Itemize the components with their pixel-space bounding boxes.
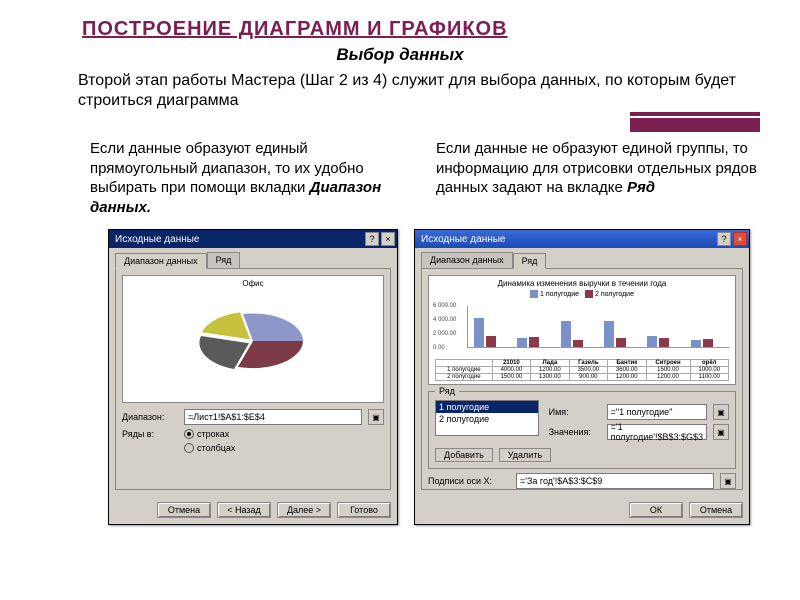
range-input[interactable]: =Лист1!$A$1:$E$4 (184, 409, 362, 425)
range-picker-icon[interactable]: ▣ (368, 409, 384, 425)
cancel-button[interactable]: Отмена (157, 502, 211, 518)
ytick: 0.00 (433, 345, 445, 351)
finish-button[interactable]: Готово (337, 502, 391, 518)
ytick: 4 000.00 (433, 317, 456, 323)
bar-chart-title: Динамика изменения выручки в течении год… (429, 276, 735, 288)
rows-label: Ряды в: (122, 429, 178, 439)
tab-range[interactable]: Диапазон данных (115, 253, 207, 269)
add-button[interactable]: Добавить (435, 448, 493, 462)
values-picker-icon[interactable]: ▣ (713, 424, 729, 440)
values-label: Значения: (549, 427, 601, 437)
name-picker-icon[interactable]: ▣ (713, 404, 729, 420)
name-label: Имя: (549, 407, 601, 417)
left-paragraph: Если данные образуют единый прямоугольны… (90, 139, 418, 217)
tab-range[interactable]: Диапазон данных (421, 252, 513, 268)
next-button[interactable]: Далее > (277, 502, 331, 518)
help-icon[interactable]: ? (717, 232, 731, 246)
ytick: 2 000.00 (433, 331, 456, 337)
series-listbox[interactable]: 1 полугодие 2 полугодие (435, 400, 539, 436)
xaxis-input[interactable]: ='За год'!$A$3:$C$9 (516, 473, 714, 489)
close-icon[interactable]: × (733, 232, 747, 246)
legend-1: 1 полугодие (540, 291, 579, 298)
range-label: Диапазон: (122, 412, 178, 422)
bar-legend: 1 полугодие 2 полугодие (429, 290, 735, 298)
cancel-button[interactable]: Отмена (689, 502, 743, 518)
help-icon[interactable]: ? (365, 232, 379, 246)
ytick: 6 000.00 (433, 303, 456, 309)
radio-cols-label: столбцах (197, 443, 235, 453)
xaxis-picker-icon[interactable]: ▣ (720, 473, 736, 489)
list-item[interactable]: 2 полугодие (436, 413, 538, 425)
tab-series[interactable]: Ряд (513, 253, 547, 269)
dialog-series: Исходные данные ? × Диапазон данных Ряд … (414, 229, 750, 525)
xaxis-label: Подписи оси X: (428, 476, 510, 486)
accent-bar (630, 118, 760, 132)
dialog-range-title: Исходные данные (115, 234, 363, 245)
data-table: 21010ЛадаГазельБантикСитроенорёл1 полуго… (435, 359, 729, 381)
series-group-label: Ряд (435, 386, 459, 396)
pie-title: Офис (123, 276, 383, 288)
radio-rows[interactable]: строках (184, 429, 229, 439)
pie-icon (193, 303, 313, 383)
dialog-range: Исходные данные ? × Диапазон данных Ряд … (108, 229, 398, 525)
preview-chart-pie: Офис (122, 275, 384, 403)
values-input[interactable]: ='1 полугодие'!$B$3:$G$3 (607, 424, 707, 440)
tab-series[interactable]: Ряд (207, 252, 241, 268)
back-button[interactable]: < Назад (217, 502, 271, 518)
radio-rows-label: строках (197, 429, 229, 439)
page-subtitle: Выбор данных (0, 45, 800, 71)
right-paragraph-text: Если данные не образуют единой группы, т… (436, 140, 757, 196)
legend-2: 2 полугодие (595, 291, 634, 298)
radio-cols[interactable]: столбцах (184, 443, 235, 453)
dialog-range-titlebar[interactable]: Исходные данные ? × (109, 230, 397, 248)
delete-button[interactable]: Удалить (499, 448, 551, 462)
right-paragraph: Если данные не образуют единой группы, т… (436, 139, 764, 217)
preview-chart-bar: Динамика изменения выручки в течении год… (428, 275, 736, 385)
name-input[interactable]: ="1 полугодие" (607, 404, 707, 420)
ok-button[interactable]: ОК (629, 502, 683, 518)
close-icon[interactable]: × (381, 232, 395, 246)
list-item[interactable]: 1 полугодие (436, 401, 538, 413)
right-paragraph-bold: Ряд (627, 179, 655, 196)
dialog-series-titlebar[interactable]: Исходные данные ? × (415, 230, 749, 248)
page-title: ПОСТРОЕНИЕ ДИАГРАММ И ГРАФИКОВ (0, 0, 800, 45)
dialog-series-title: Исходные данные (421, 234, 715, 245)
